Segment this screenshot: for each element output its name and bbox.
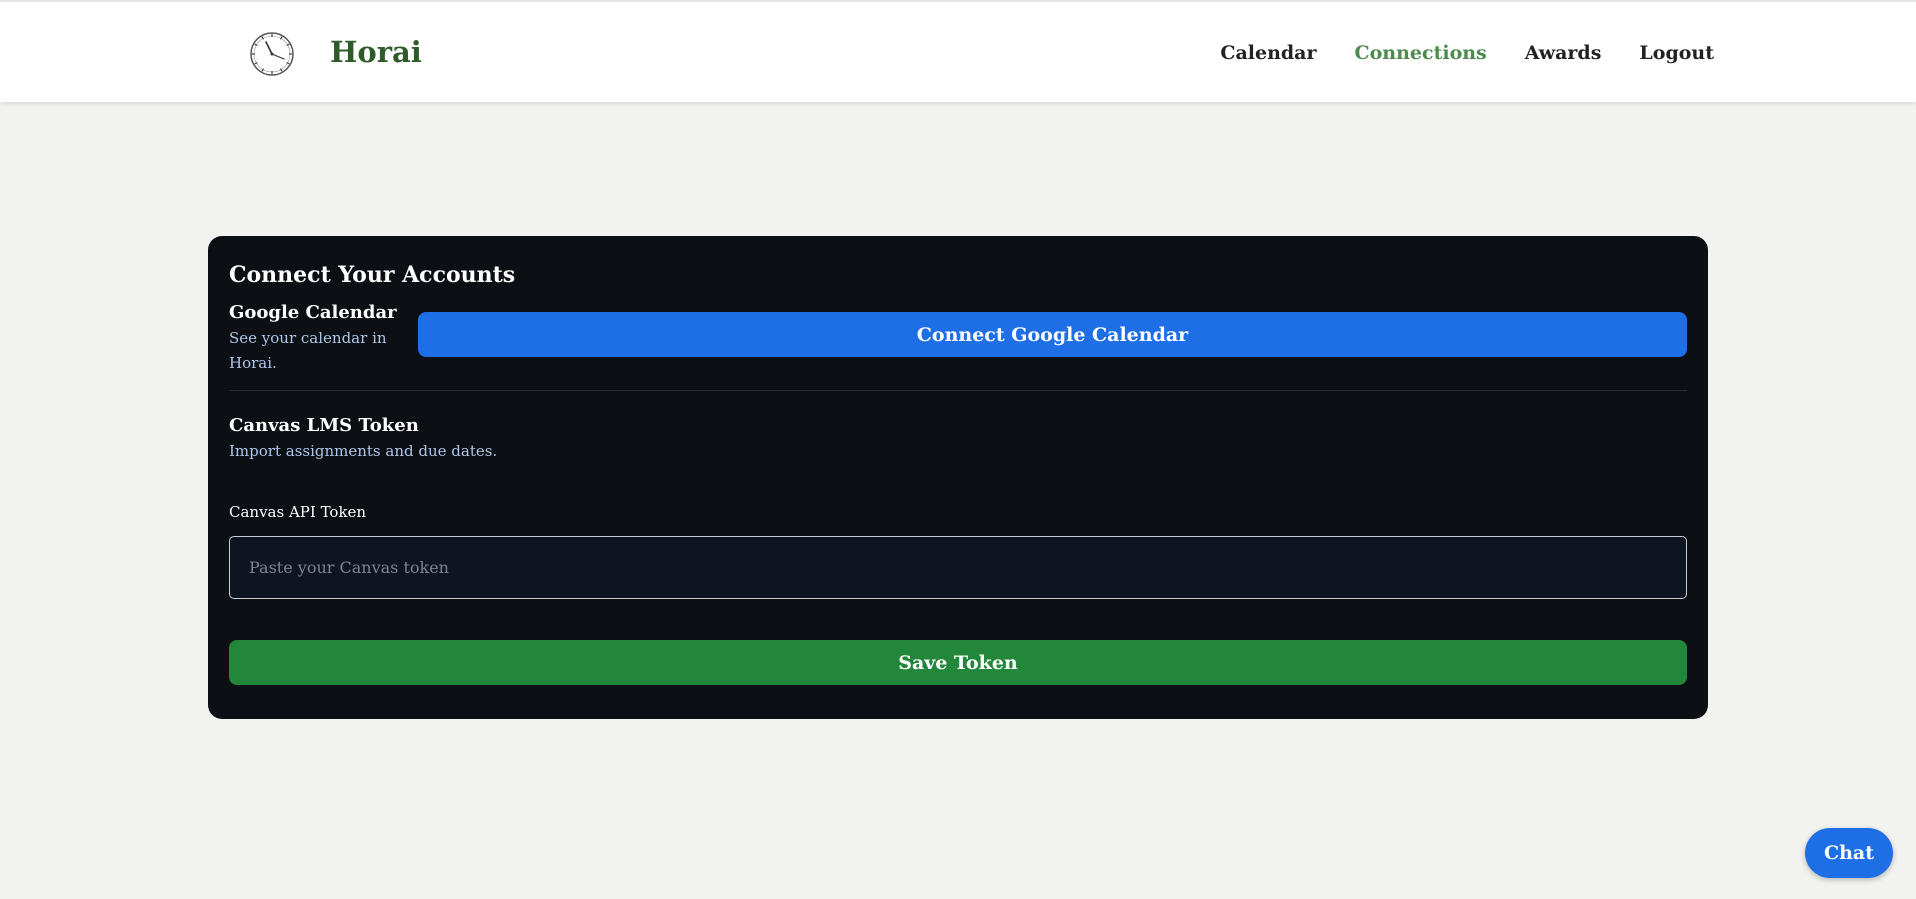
- canvas-token-description: Import assignments and due dates.: [229, 442, 498, 460]
- connect-google-calendar-button[interactable]: Connect Google Calendar: [418, 312, 1687, 357]
- google-calendar-description: See your calendar in Horai.: [229, 329, 387, 372]
- canvas-token-input[interactable]: [229, 536, 1687, 599]
- canvas-token-section: Canvas LMS Token Import assignments and …: [229, 413, 1687, 685]
- nav-calendar[interactable]: Calendar: [1220, 38, 1316, 68]
- google-calendar-info: Google Calendar See your calendar in Hor…: [229, 300, 418, 376]
- save-token-button[interactable]: Save Token: [229, 640, 1687, 685]
- connections-card: Connect Your Accounts Google Calendar Se…: [208, 236, 1708, 719]
- main-nav: Calendar Connections Awards Logout: [1220, 38, 1714, 68]
- chat-button[interactable]: Chat: [1805, 828, 1893, 878]
- nav-connections[interactable]: Connections: [1355, 38, 1487, 68]
- nav-logout[interactable]: Logout: [1639, 38, 1714, 68]
- canvas-token-title: Canvas LMS Token: [229, 415, 419, 436]
- top-navbar: Horai Calendar Connections Awards Logout: [0, 0, 1916, 102]
- nav-awards[interactable]: Awards: [1525, 38, 1602, 68]
- brand-name[interactable]: Horai: [330, 31, 422, 73]
- canvas-api-token-label: Canvas API Token: [229, 503, 367, 521]
- google-calendar-section: Google Calendar See your calendar in Hor…: [229, 300, 1687, 380]
- google-calendar-title: Google Calendar: [229, 302, 397, 323]
- card-title: Connect Your Accounts: [229, 262, 516, 288]
- clock-icon[interactable]: [249, 31, 295, 77]
- section-divider: [229, 390, 1687, 391]
